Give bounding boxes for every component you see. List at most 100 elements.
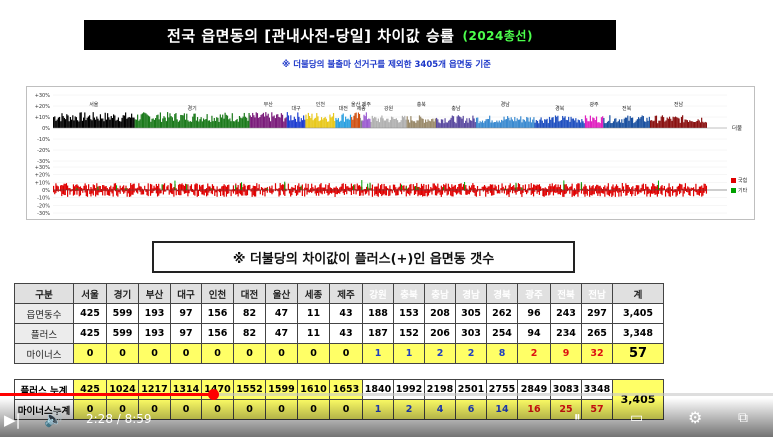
chart1-tick-label: +10%	[35, 115, 51, 121]
chart1-bar	[54, 116, 56, 128]
chart1-bar	[481, 120, 484, 128]
chart2-bar	[281, 184, 284, 192]
chart1-bar	[474, 122, 476, 128]
chart1-bar	[285, 117, 287, 128]
chart2-bar-other	[353, 184, 355, 190]
chart1-bar	[657, 123, 659, 128]
chart2-bar	[342, 183, 344, 194]
chart2-legend-label: 기타	[738, 187, 748, 194]
table-cell: 0	[170, 343, 202, 364]
chart1-bar	[386, 118, 388, 128]
chart1-bar	[310, 118, 312, 128]
chart2-bar	[462, 184, 465, 191]
chart2-tick-label: +30%	[35, 165, 51, 171]
chart1-bar	[652, 121, 654, 128]
chart1-bar	[623, 118, 625, 128]
chart2-bar	[539, 186, 542, 192]
chart1-bar	[254, 117, 256, 128]
chart2-bar	[607, 183, 609, 196]
chart1-bar	[518, 119, 521, 128]
chart2-bar	[227, 185, 229, 194]
chart2-bar	[433, 183, 435, 191]
chart1-bar	[685, 119, 687, 128]
chart1-bar	[219, 114, 221, 128]
table-cell: 0	[329, 343, 363, 364]
chart1-bar	[407, 119, 410, 128]
chart1-bar	[84, 112, 86, 128]
chart2-bar	[225, 186, 228, 197]
chart1-bar	[584, 115, 587, 128]
chart2-tick-label: -10%	[37, 196, 50, 202]
chart2-bar	[228, 184, 230, 194]
chart1-bar	[484, 121, 486, 128]
chart2-bar	[74, 186, 76, 195]
chart1-bar	[93, 117, 96, 128]
chart1-bar	[558, 121, 560, 128]
chart1-bar	[597, 122, 599, 128]
captions-icon[interactable]: ▭	[630, 410, 643, 426]
chart1-bar	[231, 113, 233, 128]
chart1-bar	[289, 120, 291, 128]
table-cell: 96	[517, 303, 551, 324]
settings-icon[interactable]: ⚙	[688, 408, 702, 427]
chart2-bar	[251, 188, 253, 197]
chart1-bar	[409, 122, 411, 128]
chart1-bar	[406, 116, 408, 128]
volume-icon[interactable]: 🔊	[44, 410, 63, 428]
chart2-bar	[184, 183, 187, 194]
chart2-bar	[434, 185, 437, 196]
chart1-bar	[491, 120, 493, 128]
chart2-bar	[221, 186, 223, 192]
chart2-bar	[167, 185, 169, 191]
chart1-bar	[242, 116, 244, 128]
chart1-bar	[241, 118, 243, 128]
chart2-bar	[531, 187, 534, 194]
chart2-bar	[147, 183, 149, 197]
table-cell: 425	[73, 323, 107, 344]
chart1-region-label: 전남	[674, 101, 684, 108]
chart1-bar	[581, 119, 583, 128]
chart1-bar	[237, 121, 239, 128]
chart2-bar-other	[367, 183, 369, 190]
chart2-bar	[575, 189, 577, 195]
chart2-bar	[592, 184, 594, 195]
chart1-bar	[268, 117, 271, 128]
miniplayer-icon[interactable]: ⧉	[738, 410, 748, 426]
chart1-bar	[134, 119, 136, 128]
chart1-bar	[101, 118, 103, 128]
chart2-bar	[187, 184, 189, 197]
chart2-bar	[554, 185, 556, 193]
chart1-bar	[575, 118, 577, 128]
chart1-bar	[593, 118, 595, 128]
chart2-bar	[60, 185, 62, 192]
chart2-bar-other	[284, 181, 286, 190]
next-icon[interactable]: ▶|	[4, 411, 21, 429]
chart1-bar	[60, 121, 62, 128]
chart2-bar	[395, 187, 397, 196]
table-cell: 1552	[233, 379, 266, 400]
chart1-bar	[73, 120, 75, 128]
chart2-bar	[475, 189, 477, 197]
chart2-bar	[321, 187, 323, 195]
chart2-bar	[666, 188, 668, 193]
column-header: 세종	[297, 283, 330, 304]
autoplay-toggle[interactable]: ⏸	[574, 410, 581, 425]
chart1-bar	[393, 118, 395, 128]
chart1-bar	[319, 120, 321, 128]
chart2-bar	[614, 186, 616, 197]
chart1-region-label: 충북	[417, 101, 427, 108]
chart1-bar	[222, 114, 224, 128]
chart1-bar	[169, 113, 171, 128]
table-cell: 1653	[329, 379, 363, 400]
chart2-bar	[573, 188, 576, 197]
chart1-bar	[404, 115, 406, 128]
chart1-bar	[614, 118, 616, 128]
chart1-bar	[618, 119, 621, 128]
chart2-bar	[362, 189, 364, 196]
chart2-bar	[394, 184, 396, 193]
chart2-bar	[91, 188, 93, 194]
chart1-region-label: 충남	[451, 105, 461, 112]
chart1-bar	[398, 122, 400, 128]
table-cell: 1024	[106, 379, 139, 400]
chart1-bar	[695, 121, 697, 128]
